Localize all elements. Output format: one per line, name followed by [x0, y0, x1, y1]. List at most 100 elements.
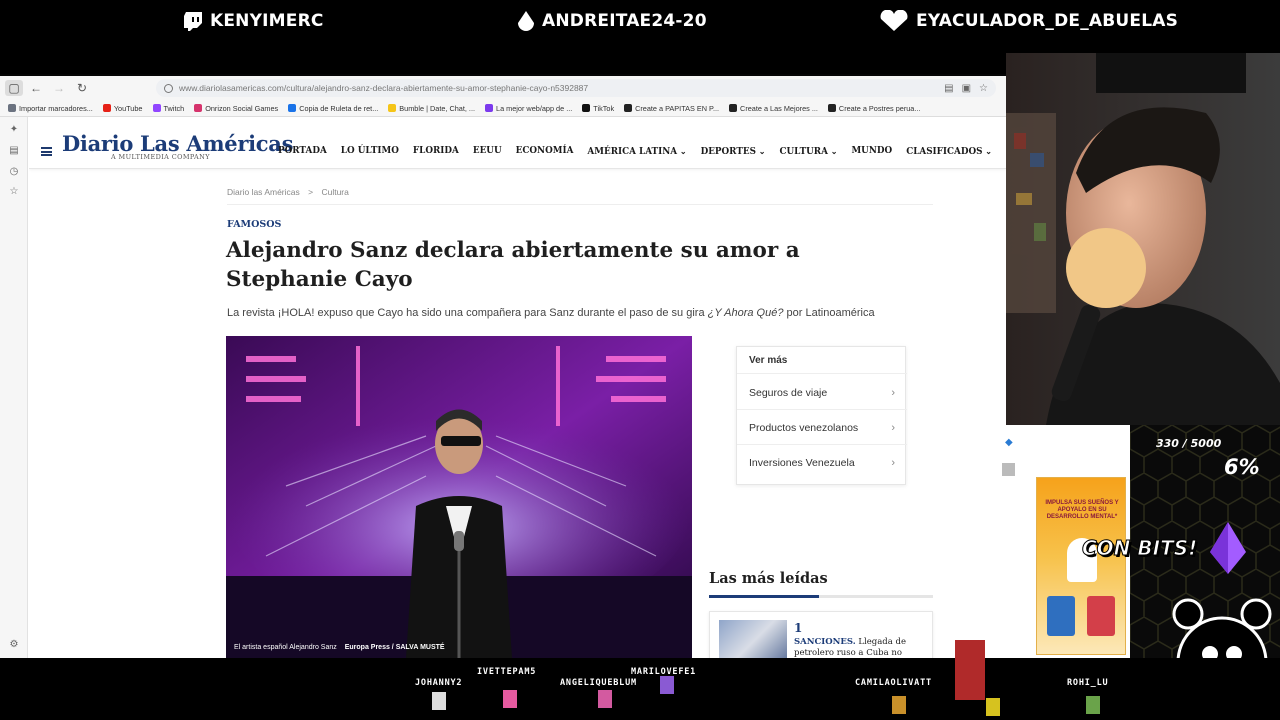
- forward-arrow-icon[interactable]: →: [49, 78, 69, 98]
- browser-toolbar: ▢ ← → ↻ www.diariolasamericas.com/cultur…: [0, 76, 1006, 100]
- nav-item[interactable]: AMÉRICA LATINA: [587, 146, 686, 157]
- reload-icon[interactable]: ↻: [72, 78, 92, 98]
- nav-item[interactable]: ECONOMÍA: [516, 146, 574, 157]
- bookmark-item[interactable]: Create a PAPITAS EN P...: [624, 104, 719, 113]
- streamer-image: [1006, 53, 1280, 425]
- bookmark-favicon-icon: [288, 104, 297, 112]
- bits-goal-percent: 6%: [1224, 455, 1260, 479]
- nav-item[interactable]: MUNDO: [851, 146, 892, 157]
- chevron-right-icon: ›: [891, 387, 895, 399]
- bookmark-favicon-icon: [102, 104, 111, 112]
- mas-leidas-item-1[interactable]: 1 SANCIONES. Llegada de petrolero ruso a…: [709, 611, 933, 658]
- install-app-icon[interactable]: ▣: [962, 83, 971, 94]
- breadcrumb-home[interactable]: Diario las Américas: [227, 187, 300, 197]
- bookmark-item[interactable]: Copia de Ruleta de ret...: [288, 104, 378, 113]
- sponsor-ad-text: IMPULSA SUS SUEÑOS Y APOYALO EN SU DESAR…: [1045, 500, 1119, 520]
- ver-mas-item-productos[interactable]: Productos venezolanos ›: [749, 422, 895, 434]
- viewer-name: CAMILAOLIVATT: [855, 678, 932, 688]
- article-headline: Alejandro Sanz declara abiertamente su a…: [226, 238, 800, 292]
- stream-stage: KENYIMERC ANDREITAE24-20 EYACULADOR_DE_A…: [0, 0, 1280, 720]
- browser-side-rail: ✦ ▤ ◷ ☆ ⚙: [0, 117, 28, 658]
- ver-mas-item-seguros[interactable]: Seguros de viaje ›: [749, 387, 895, 399]
- top-user-3-name: EYACULADOR_DE_ABUELAS: [916, 11, 1179, 31]
- breadcrumb-separator: >: [308, 187, 314, 197]
- bookmark-favicon-icon: [827, 104, 836, 112]
- bookmark-favicon-icon: [485, 104, 494, 112]
- caption-text: El artista español Alejandro Sanz: [234, 644, 337, 651]
- bookmark-favicon-icon: [8, 104, 16, 112]
- viewer-sprite: [660, 676, 674, 694]
- collections-icon[interactable]: ▤: [9, 146, 19, 156]
- bookmark-label: Twitch: [163, 103, 185, 113]
- product-can: [1047, 596, 1075, 636]
- bookmark-favicon-icon: [388, 104, 397, 112]
- bookmark-label: Onrizon Social Games: [205, 103, 279, 113]
- viewer-name: ANGELIQUEBLUM: [560, 678, 637, 688]
- viewer-sprite: [598, 690, 612, 708]
- hamburger-menu-icon[interactable]: [41, 147, 52, 156]
- bookmark-item[interactable]: Importar marcadores...: [8, 104, 93, 113]
- nav-item[interactable]: LO ÚLTIMO: [341, 146, 399, 157]
- article-kicker[interactable]: FAMOSOS: [227, 219, 281, 230]
- bookmark-item[interactable]: Create a Postres perua...: [827, 103, 921, 113]
- nav-item[interactable]: DEPORTES: [701, 146, 766, 157]
- nav-item[interactable]: CULTURA: [779, 146, 837, 157]
- article-hero-image[interactable]: El artista español Alejandro Sanz Europa …: [226, 336, 692, 658]
- mas-leidas-category: SANCIONES.: [794, 637, 856, 647]
- reader-view-icon[interactable]: ▤: [944, 83, 953, 94]
- tabs-icon[interactable]: ▢: [5, 80, 23, 96]
- nav-item[interactable]: CLASIFICADOS: [906, 146, 992, 157]
- viewer-sprite: [892, 696, 906, 714]
- bookmark-item[interactable]: Bumble | Date, Chat, ...: [388, 104, 475, 113]
- copilot-icon[interactable]: ✦: [9, 125, 19, 135]
- mas-leidas-headline[interactable]: SANCIONES. Llegada de petrolero ruso a C…: [794, 637, 928, 658]
- bits-goal-counter: 330 / 5000: [1156, 437, 1222, 450]
- bookmark-favicon-icon: [729, 104, 738, 112]
- back-arrow-icon[interactable]: ←: [26, 78, 46, 98]
- viewer-sprite: [955, 640, 985, 700]
- product-can: [1087, 596, 1115, 636]
- nav-item[interactable]: FLORIDA: [413, 146, 459, 157]
- bookmark-item[interactable]: YouTube: [102, 104, 143, 113]
- breadcrumb-section[interactable]: Cultura: [321, 187, 348, 197]
- favorites-icon[interactable]: ☆: [9, 187, 19, 197]
- bookmarks-bar: Importar marcadores... YouTube Twitch Onriz…: [0, 100, 1006, 117]
- browser-window: ▢ ← → ↻ www.diariolasamericas.com/cultur…: [0, 76, 1006, 658]
- purple-gem-icon: [1210, 522, 1246, 574]
- viewer-sprite: [432, 692, 446, 710]
- chevron-right-icon: ›: [891, 457, 895, 469]
- history-icon[interactable]: ◷: [9, 167, 19, 177]
- sponsor-ad[interactable]: IMPULSA SUS SUEÑOS Y APOYALO EN SU DESAR…: [1036, 477, 1126, 655]
- address-bar[interactable]: www.diariolasamericas.com/cultura/alejan…: [156, 79, 996, 97]
- ver-mas-item-inversiones[interactable]: Inversiones Venezuela ›: [749, 457, 895, 469]
- viewer-sprite: [986, 698, 1000, 716]
- bookmark-item[interactable]: Onrizon Social Games: [194, 104, 278, 113]
- top-user-2: ANDREITAE24-20: [516, 8, 707, 34]
- address-bar-actions: ▤ ▣ ☆: [944, 79, 988, 97]
- bookmark-label: Create a Postres perua...: [838, 103, 921, 113]
- divider: [227, 204, 933, 205]
- main-nav: PORTADA LO ÚLTIMO FLORIDA EEUU ECONOMÍA AMÉRI…: [278, 146, 992, 157]
- bits-gem-icon: ◆: [1005, 437, 1013, 448]
- ver-mas-item-label: Productos venezolanos: [749, 422, 859, 434]
- ver-mas-title: Ver más: [749, 355, 788, 366]
- bookmark-item[interactable]: Twitch: [152, 103, 185, 113]
- nav-item[interactable]: PORTADA: [278, 146, 327, 157]
- favorite-star-icon[interactable]: ☆: [979, 83, 988, 94]
- twitch-icon: [184, 12, 202, 31]
- top-user-1: KENYIMERC: [182, 8, 324, 34]
- viewer-sprite: [1086, 696, 1100, 714]
- bookmark-item[interactable]: La mejor web/app de ...: [485, 104, 572, 113]
- site-info-icon[interactable]: [164, 83, 173, 93]
- breadcrumb: Diario las Américas > Cultura: [227, 187, 349, 197]
- mas-leidas-thumbnail[interactable]: [719, 620, 787, 658]
- brunoacme-side-label: BRUNOACME: [942, 607, 991, 616]
- bookmark-item[interactable]: Create a Las Mejores ...: [729, 104, 818, 113]
- nav-item[interactable]: EEUU: [473, 146, 502, 157]
- dek-text-end: por Latinoamérica: [783, 307, 875, 319]
- bookmark-label: La mejor web/app de ...: [496, 103, 573, 113]
- mas-leidas-rank: 1: [794, 621, 803, 635]
- settings-gear-icon[interactable]: ⚙: [9, 640, 19, 650]
- mas-leidas-title: Las más leídas: [709, 570, 828, 587]
- bookmark-item[interactable]: TikTok: [582, 104, 614, 113]
